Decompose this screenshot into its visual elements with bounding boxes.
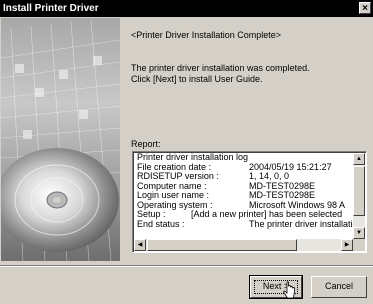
mouse-cursor-icon	[283, 281, 295, 299]
divider	[0, 265, 373, 267]
log-row: End status : The printer driver installat…	[137, 218, 355, 229]
vertical-scrollbar[interactable]: ▲ ▼	[353, 153, 365, 239]
close-icon[interactable]: ×	[359, 2, 371, 14]
report-log-box[interactable]: Printer driver installation log File cre…	[132, 151, 367, 253]
arrow-left-icon[interactable]: ◀	[134, 239, 146, 251]
arrow-down-icon[interactable]: ▼	[353, 227, 365, 239]
message-line: The printer driver installation was comp…	[131, 63, 310, 73]
log-content: Printer driver installation log File cre…	[137, 153, 355, 238]
cancel-button-label: Cancel	[324, 281, 353, 291]
window-title: Install Printer Driver	[3, 3, 99, 14]
completion-message: The printer driver installation was comp…	[131, 63, 310, 85]
scrollbar-corner	[353, 239, 365, 251]
arrow-up-icon[interactable]: ▲	[353, 153, 365, 165]
message-line: Click [Next] to install User Guide.	[131, 74, 263, 84]
horizontal-scrollbar[interactable]: ◀ ▶	[134, 239, 353, 251]
cancel-button[interactable]: Cancel	[311, 276, 367, 298]
page-heading: <Printer Driver Installation Complete>	[131, 30, 282, 40]
report-label: Report:	[131, 139, 161, 149]
title-bar[interactable]: Install Printer Driver ×	[0, 0, 373, 17]
cd-disc-icon	[1, 18, 120, 261]
vertical-scroll-thumb[interactable]	[353, 166, 365, 216]
installer-window: Install Printer Driver × <Printer Driver…	[0, 0, 373, 304]
horizontal-scroll-thumb[interactable]	[147, 239, 297, 251]
arrow-right-icon[interactable]: ▶	[341, 239, 353, 251]
